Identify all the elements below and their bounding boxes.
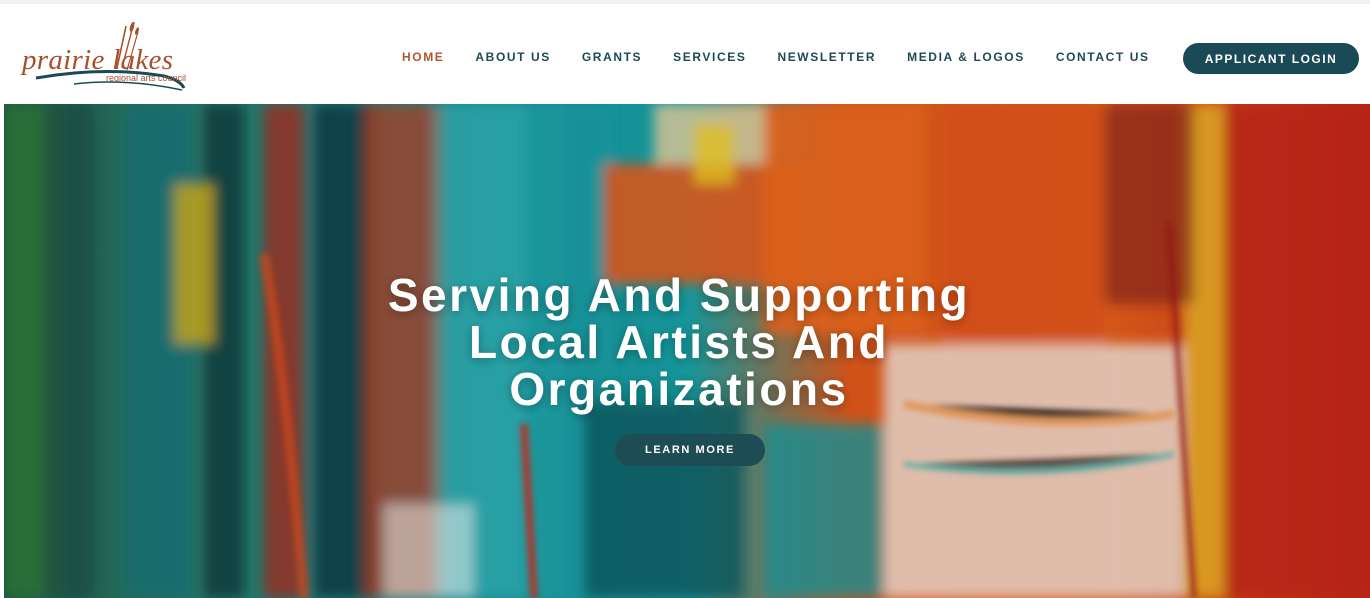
learn-more-button[interactable]: LEARN MORE: [615, 434, 765, 466]
hero-headline-line-2: Local Artists And: [469, 316, 889, 368]
site-header: prairie lakes regional arts council HOME…: [0, 0, 1370, 104]
hero-banner: Serving And Supporting Local Artists And…: [4, 104, 1370, 598]
main-nav: HOME ABOUT US GRANTS SERVICES NEWSLETTER…: [402, 50, 1181, 64]
nav-contact-us[interactable]: CONTACT US: [1056, 50, 1150, 64]
site-logo[interactable]: prairie lakes regional arts council: [14, 18, 194, 98]
applicant-login-button[interactable]: APPLICANT LOGIN: [1183, 43, 1359, 74]
nav-grants[interactable]: GRANTS: [582, 50, 642, 64]
nav-services[interactable]: SERVICES: [673, 50, 746, 64]
hero-headline-line-1: Serving And Supporting: [387, 269, 971, 321]
logo-wordmark: prairie lakes: [22, 44, 174, 76]
hero-headline-line-3: Organizations: [509, 363, 849, 415]
nav-home[interactable]: HOME: [402, 50, 444, 64]
nav-about-us[interactable]: ABOUT US: [475, 50, 550, 64]
logo-tagline: regional arts council: [106, 73, 187, 83]
hero-headline: Serving And Supporting Local Artists And…: [4, 272, 1354, 413]
nav-newsletter[interactable]: NEWSLETTER: [777, 50, 876, 64]
nav-media-logos[interactable]: MEDIA & LOGOS: [907, 50, 1025, 64]
